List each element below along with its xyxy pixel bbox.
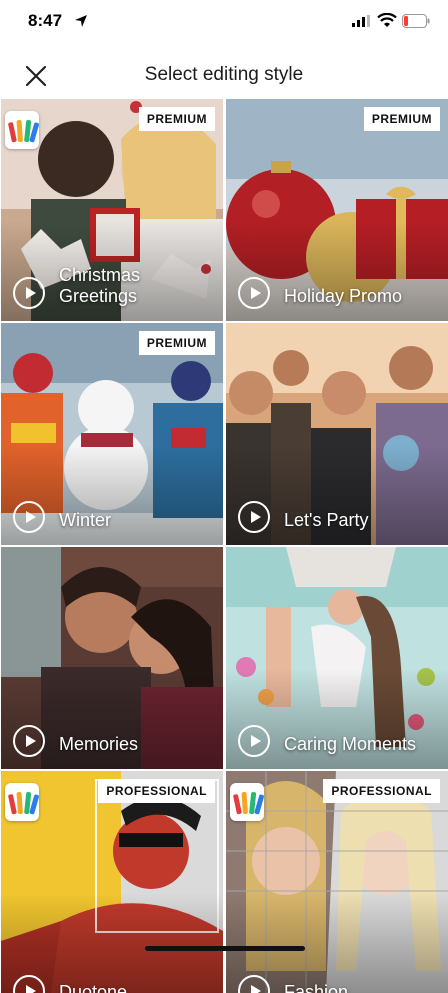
style-tile-winter[interactable]: PREMIUM Winter [1, 323, 223, 545]
app-logo-icon [5, 111, 40, 149]
tile-label: Caring Moments [284, 734, 417, 754]
play-icon[interactable] [13, 725, 45, 757]
style-tile-caring-moments[interactable]: Caring Moments [226, 547, 448, 769]
tile-label: Winter [59, 510, 112, 530]
premium-badge: PREMIUM [363, 107, 440, 131]
nav-bar: Select editing style [0, 52, 448, 98]
play-icon[interactable] [238, 725, 270, 757]
tile-label: Christmas Greetings [59, 265, 141, 306]
tile-label: Let's Party [284, 510, 369, 530]
play-icon[interactable] [13, 277, 45, 309]
style-tile-duotone[interactable]: PROFESSIONAL Duotone [1, 771, 223, 993]
professional-badge: PROFESSIONAL [98, 779, 215, 803]
style-tile-holiday-promo[interactable]: PREMIUM Holiday Promo [226, 99, 448, 321]
style-tile-fashion[interactable]: PROFESSIONAL Fashion [226, 771, 448, 993]
play-icon[interactable] [238, 501, 270, 533]
status-time: 8:47 [28, 11, 63, 30]
cellular-signal-icon [352, 15, 370, 27]
location-arrow-icon [75, 15, 87, 27]
tile-label: Duotone [59, 982, 128, 993]
wifi-icon [377, 13, 397, 27]
style-tile-christmas-greetings[interactable]: PREMIUM Christmas Greetings [1, 99, 223, 321]
play-icon[interactable] [238, 277, 270, 309]
home-indicator[interactable] [145, 946, 305, 951]
app-logo-icon [230, 783, 265, 821]
tile-label: Fashion [284, 982, 349, 993]
professional-badge: PROFESSIONAL [323, 779, 440, 803]
battery-low-icon [402, 14, 430, 28]
status-bar: 8:47 [0, 0, 448, 44]
style-tile-memories[interactable]: Memories [1, 547, 223, 769]
style-grid: PREMIUM Christmas Greetings PREMIUM Holi… [0, 99, 448, 993]
play-icon[interactable] [13, 501, 45, 533]
page-title: Select editing style [144, 64, 304, 85]
premium-badge: PREMIUM [138, 107, 215, 131]
tile-label: Holiday Promo [284, 286, 403, 306]
style-tile-lets-party[interactable]: Let's Party [226, 323, 448, 545]
tile-label: Memories [59, 734, 139, 754]
app-logo-icon [5, 783, 40, 821]
premium-badge: PREMIUM [138, 331, 215, 355]
